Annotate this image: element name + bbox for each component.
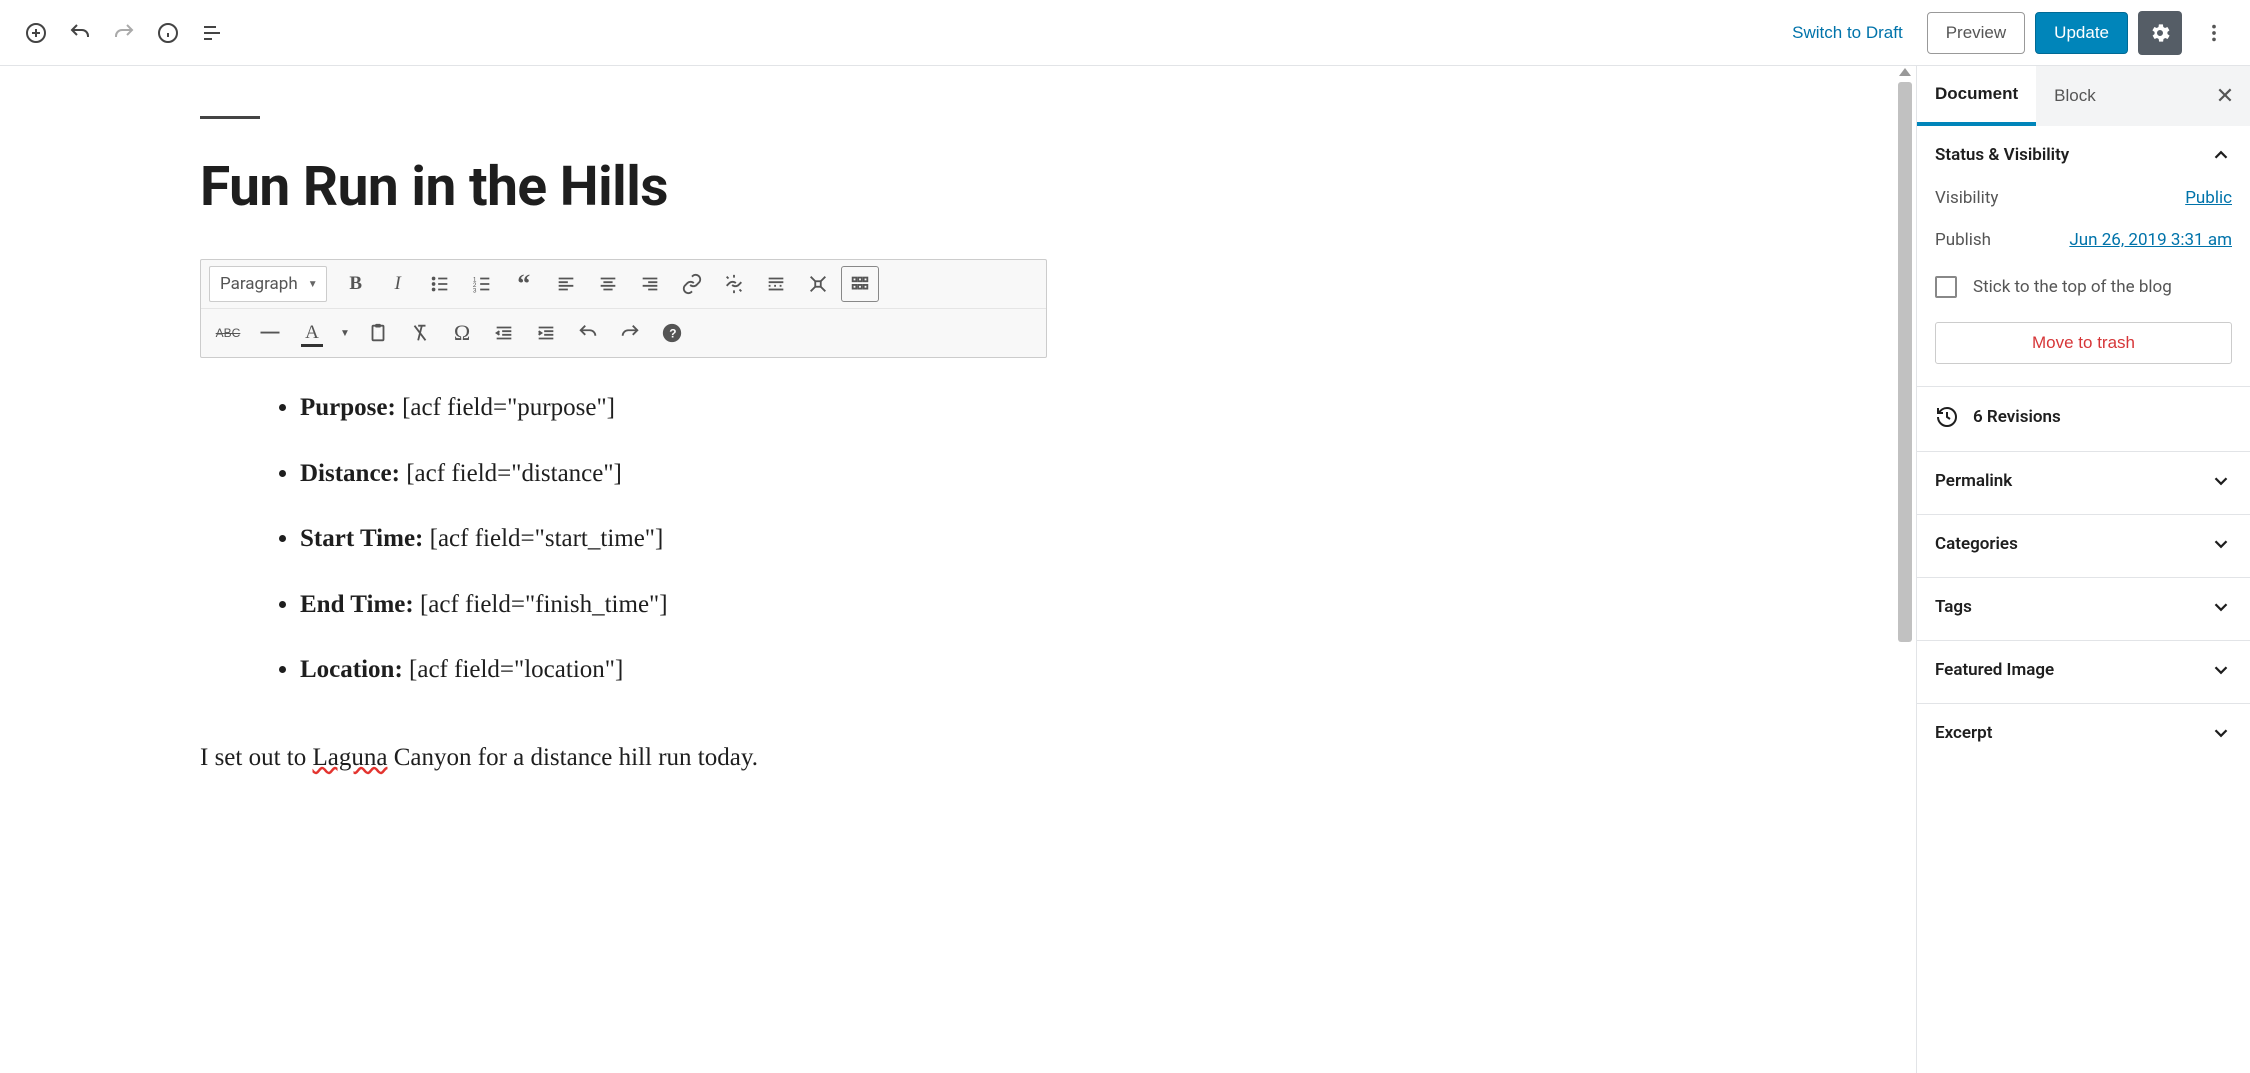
- stick-checkbox[interactable]: [1935, 276, 1957, 298]
- svg-text:3: 3: [473, 287, 477, 294]
- tab-document[interactable]: Document: [1917, 66, 2036, 126]
- scroll-thumb[interactable]: [1898, 82, 1912, 642]
- align-right-button[interactable]: [631, 266, 669, 302]
- svg-text:T: T: [375, 330, 380, 339]
- spellcheck-word[interactable]: Laguna: [313, 744, 388, 771]
- visibility-link[interactable]: Public: [2185, 188, 2232, 208]
- publish-row: Publish Jun 26, 2019 3:31 am: [1935, 230, 2232, 250]
- tab-block[interactable]: Block: [2036, 66, 2114, 126]
- main-layout: Fun Run in the Hills Paragraph B I 123 “…: [0, 66, 2250, 1073]
- panel-tags[interactable]: Tags: [1917, 578, 2250, 641]
- close-sidebar-button[interactable]: ✕: [2200, 66, 2250, 126]
- bulleted-list-button[interactable]: [421, 266, 459, 302]
- move-to-trash-button[interactable]: Move to trash: [1935, 322, 2232, 364]
- editor-scrollbar[interactable]: [1894, 66, 1916, 1073]
- history-icon: [1935, 405, 1959, 429]
- decrease-indent-button[interactable]: [485, 315, 523, 351]
- panel-excerpt[interactable]: Excerpt: [1917, 704, 2250, 766]
- link-button[interactable]: [673, 266, 711, 302]
- unlink-button[interactable]: [715, 266, 753, 302]
- chevron-down-icon: [2210, 722, 2232, 744]
- toolbar-left-group: [14, 11, 234, 55]
- panel-categories[interactable]: Categories: [1917, 515, 2250, 578]
- list-item: Location: [acf field="location"]: [300, 646, 1814, 694]
- text-color-dropdown[interactable]: ▼: [335, 315, 355, 351]
- fullscreen-button[interactable]: [799, 266, 837, 302]
- top-toolbar: Switch to Draft Preview Update: [0, 0, 2250, 66]
- preview-button[interactable]: Preview: [1927, 12, 2025, 54]
- chevron-down-icon: [2210, 533, 2232, 555]
- update-button[interactable]: Update: [2035, 12, 2128, 54]
- post-bullet-list: Purpose: [acf field="purpose"] Distance:…: [200, 384, 1814, 694]
- format-dropdown[interactable]: Paragraph: [209, 266, 327, 302]
- settings-sidebar: Document Block ✕ Status & Visibility Vis…: [1916, 66, 2250, 1073]
- chevron-down-icon: [2210, 596, 2232, 618]
- align-center-button[interactable]: [589, 266, 627, 302]
- undo-button[interactable]: [58, 11, 102, 55]
- panel-revisions[interactable]: 6 Revisions: [1917, 387, 2250, 452]
- panel-permalink[interactable]: Permalink: [1917, 452, 2250, 515]
- editor-canvas: Fun Run in the Hills Paragraph B I 123 “…: [0, 66, 1894, 1073]
- scroll-up-icon[interactable]: [1899, 68, 1911, 76]
- post-title[interactable]: Fun Run in the Hills: [200, 155, 1814, 219]
- numbered-list-button[interactable]: 123: [463, 266, 501, 302]
- block-navigation-button[interactable]: [190, 11, 234, 55]
- italic-button[interactable]: I: [379, 266, 417, 302]
- classic-toolbar-row-2: ABC — A ▼ T Ω ?: [201, 308, 1046, 357]
- info-button[interactable]: [146, 11, 190, 55]
- panel-featured-image[interactable]: Featured Image: [1917, 641, 2250, 704]
- undo-editor-button[interactable]: [569, 315, 607, 351]
- horizontal-rule-button[interactable]: —: [251, 315, 289, 351]
- post-paragraph: I set out to Laguna Canyon for a distanc…: [200, 734, 1814, 782]
- chevron-down-icon: [2210, 659, 2232, 681]
- sidebar-tabs: Document Block ✕: [1917, 66, 2250, 126]
- strikethrough-button[interactable]: ABC: [209, 315, 247, 351]
- increase-indent-button[interactable]: [527, 315, 565, 351]
- add-block-button[interactable]: [14, 11, 58, 55]
- classic-editor-toolbar: Paragraph B I 123 “ ABC — A ▼ T: [200, 259, 1047, 358]
- settings-button[interactable]: [2138, 11, 2182, 55]
- switch-to-draft-button[interactable]: Switch to Draft: [1778, 15, 1917, 51]
- list-item: Start Time: [acf field="start_time"]: [300, 515, 1814, 563]
- title-divider: [200, 116, 260, 119]
- redo-button[interactable]: [102, 11, 146, 55]
- svg-text:?: ?: [669, 327, 676, 341]
- keyboard-shortcuts-button[interactable]: ?: [653, 315, 691, 351]
- chevron-up-icon: [2210, 144, 2232, 166]
- more-options-button[interactable]: [2192, 11, 2236, 55]
- blockquote-button[interactable]: “: [505, 266, 543, 302]
- visibility-row: Visibility Public: [1935, 188, 2232, 208]
- special-character-button[interactable]: Ω: [443, 315, 481, 351]
- insert-more-button[interactable]: [757, 266, 795, 302]
- text-color-button[interactable]: A: [293, 315, 331, 351]
- list-item: Distance: [acf field="distance"]: [300, 450, 1814, 498]
- list-item: End Time: [acf field="finish_time"]: [300, 581, 1814, 629]
- chevron-down-icon: [2210, 470, 2232, 492]
- post-content[interactable]: Purpose: [acf field="purpose"] Distance:…: [200, 384, 1814, 781]
- clear-formatting-button[interactable]: [401, 315, 439, 351]
- classic-toolbar-row-1: Paragraph B I 123 “: [201, 260, 1046, 308]
- list-item: Purpose: [acf field="purpose"]: [300, 384, 1814, 432]
- panel-status-visibility: Status & Visibility Visibility Public Pu…: [1917, 126, 2250, 387]
- panel-header-status[interactable]: Status & Visibility: [1935, 144, 2232, 166]
- align-left-button[interactable]: [547, 266, 585, 302]
- publish-date-link[interactable]: Jun 26, 2019 3:31 am: [2069, 230, 2232, 250]
- toolbar-right-group: Switch to Draft Preview Update: [1778, 11, 2236, 55]
- redo-editor-button[interactable]: [611, 315, 649, 351]
- bold-button[interactable]: B: [337, 266, 375, 302]
- toolbar-toggle-button[interactable]: [841, 266, 879, 302]
- stick-to-top-row: Stick to the top of the blog: [1935, 276, 2232, 298]
- paste-as-text-button[interactable]: T: [359, 315, 397, 351]
